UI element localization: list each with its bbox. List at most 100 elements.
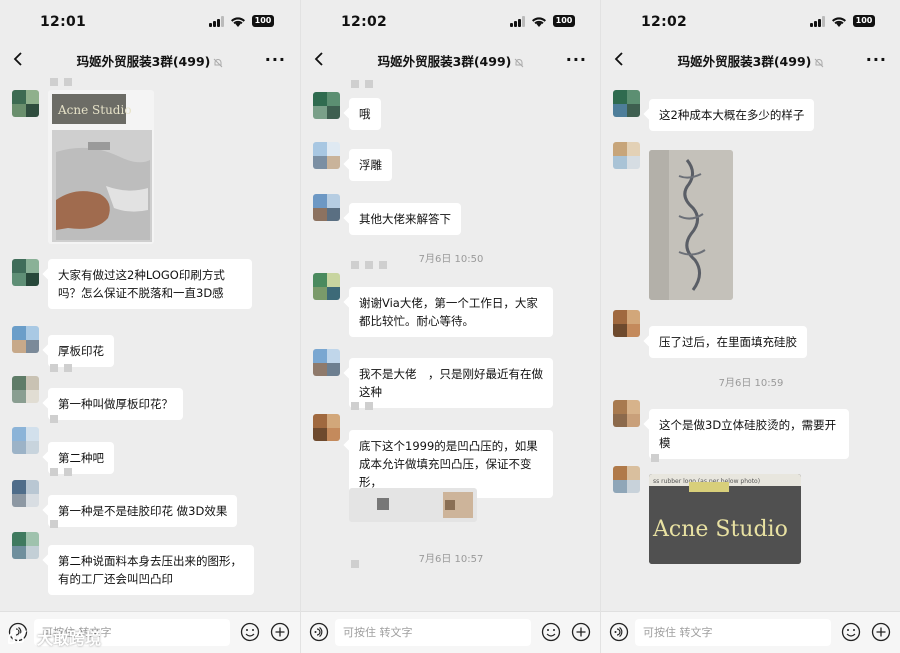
mute-bell-icon xyxy=(815,58,824,67)
avatar[interactable] xyxy=(613,466,640,493)
voice-input-icon[interactable] xyxy=(309,622,329,642)
sender-name-blurred xyxy=(651,454,659,462)
message-image[interactable]: ss rubber logo (as per below photo) Acne… xyxy=(649,474,801,564)
message-list[interactable]: 这2种成本大概在多少的样子 压了过后，在里面填充硅胶 7月6日 10:59 这个… xyxy=(601,76,900,586)
signal-icon xyxy=(209,15,224,27)
timestamp: 7月6日 10:59 xyxy=(718,378,784,389)
emoji-icon[interactable] xyxy=(240,622,260,642)
watermark-logo-icon xyxy=(7,629,28,645)
sender-name-blurred xyxy=(50,520,58,528)
message-bubble[interactable]: 这2种成本大概在多少的样子 xyxy=(649,99,815,131)
status-icons: 100 xyxy=(810,15,875,27)
message-bubble[interactable]: 第一种叫做厚板印花？ xyxy=(48,388,183,420)
avatar[interactable] xyxy=(613,310,640,337)
more-options-icon[interactable]: ··· xyxy=(566,50,587,69)
message-image[interactable]: Acne Studio xyxy=(48,90,154,244)
avatar[interactable] xyxy=(613,142,640,169)
chat-header: 玛姬外贸服装3群(499) ··· xyxy=(0,42,300,76)
avatar[interactable] xyxy=(12,326,39,353)
timestamp: 7月6日 10:50 xyxy=(418,254,484,265)
message-bubble[interactable]: 这个是做3D立体硅胶烫的，需要开模 xyxy=(649,409,849,459)
svg-text:Acne Studio: Acne Studio xyxy=(652,517,788,542)
status-time: 12:01 xyxy=(40,14,87,30)
avatar[interactable] xyxy=(313,142,340,169)
signal-icon xyxy=(810,15,825,27)
avatar[interactable] xyxy=(313,349,340,376)
message-bubble[interactable]: 谢谢Via大佬，第一个工作日，大家都比较忙。耐心等待。 xyxy=(349,287,553,337)
sender-name-blurred xyxy=(351,402,373,410)
avatar[interactable] xyxy=(313,92,340,119)
message-list[interactable]: Acne Studio 大家有做过这2种LOGO印刷方式吗？怎么保证不脱落和一直… xyxy=(0,76,300,595)
wifi-icon xyxy=(532,16,546,27)
status-bar: 12:01 100 xyxy=(0,0,300,40)
message-input[interactable]: 可按住 转文字 xyxy=(335,619,531,646)
battery-indicator: 100 xyxy=(252,15,274,27)
message-image-attachment[interactable] xyxy=(349,488,477,522)
chat-title: 玛姬外贸服装3群(499) xyxy=(0,51,300,70)
voice-input-icon[interactable] xyxy=(609,622,629,642)
message-bubble[interactable]: 我不是大佬 ，只是刚好最近有在做这种 xyxy=(349,358,553,408)
status-time: 12:02 xyxy=(641,14,688,30)
avatar[interactable] xyxy=(313,414,340,441)
more-options-icon[interactable]: ··· xyxy=(866,50,887,69)
message-bubble[interactable]: 第二种说面料本身去压出来的图形，有的工厂还会叫凹凸印 xyxy=(48,545,254,595)
timestamp: 7月6日 10:57 xyxy=(418,554,484,565)
avatar[interactable] xyxy=(12,259,39,286)
message-bubble[interactable]: 压了过后，在里面填充硅胶 xyxy=(649,326,807,358)
message-bubble[interactable]: 浮雕 xyxy=(349,149,392,181)
mute-bell-icon xyxy=(214,58,223,67)
emoji-icon[interactable] xyxy=(541,622,561,642)
status-time: 12:02 xyxy=(341,14,388,30)
avatar[interactable] xyxy=(12,427,39,454)
wifi-icon xyxy=(231,16,245,27)
watermark: 大敢跨境 xyxy=(6,625,101,649)
plus-icon[interactable] xyxy=(571,622,591,642)
status-icons: 100 xyxy=(209,15,274,27)
chat-input-bar: 可按住 转文字 xyxy=(601,611,900,653)
battery-indicator: 100 xyxy=(553,15,575,27)
svg-text:Acne Studio: Acne Studio xyxy=(57,103,132,117)
plus-icon[interactable] xyxy=(871,622,891,642)
emoji-icon[interactable] xyxy=(841,622,861,642)
avatar[interactable] xyxy=(613,400,640,427)
signal-icon xyxy=(510,15,525,27)
avatar[interactable] xyxy=(12,376,39,403)
message-bubble[interactable]: 哦 xyxy=(349,98,381,130)
message-list[interactable]: 哦 浮雕 其他大佬来解答下 7月6日 10:50 谢谢Via大佬，第一个工作日，… xyxy=(301,76,600,586)
message-bubble[interactable]: 第一种是不是硅胶印花 做3D效果 xyxy=(48,495,238,527)
screenshot-collage: 12:01 100 玛姬外贸服装3群(499) ··· Acne Studio xyxy=(0,0,900,653)
message-bubble[interactable]: 其他大佬来解答下 xyxy=(349,203,461,235)
message-input[interactable]: 可按住 转文字 xyxy=(635,619,831,646)
chat-title: 玛姬外贸服装3群(499) xyxy=(301,51,600,70)
logo-sample-photo: Acne Studio xyxy=(52,94,152,242)
chat-header: 玛姬外贸服装3群(499) ··· xyxy=(301,42,600,76)
chat-input-bar: 可按住 转文字 xyxy=(301,611,600,653)
mute-bell-icon xyxy=(515,58,524,67)
plus-icon[interactable] xyxy=(270,622,290,642)
avatar[interactable] xyxy=(12,90,39,117)
battery-indicator: 100 xyxy=(853,15,875,27)
sender-name-blurred xyxy=(50,364,72,372)
message-bubble[interactable]: 厚板印花 xyxy=(48,335,114,367)
more-options-icon[interactable]: ··· xyxy=(265,50,286,69)
avatar[interactable] xyxy=(313,273,340,300)
watermark-text: 大敢跨境 xyxy=(37,629,102,648)
sender-name-blurred xyxy=(50,415,58,423)
chat-title: 玛姬外贸服装3群(499) xyxy=(601,51,900,70)
wifi-icon xyxy=(832,16,846,27)
avatar[interactable] xyxy=(613,90,640,117)
message-image[interactable] xyxy=(649,150,733,300)
rubber-logo-photo: ss rubber logo (as per below photo) Acne… xyxy=(649,474,801,564)
sender-name-blurred xyxy=(50,78,72,86)
avatar[interactable] xyxy=(12,480,39,507)
status-bar: 12:02 100 xyxy=(301,0,600,40)
sender-name-blurred xyxy=(351,560,359,568)
sender-name-blurred xyxy=(50,468,72,476)
avatar[interactable] xyxy=(313,194,340,221)
message-bubble[interactable]: 大家有做过这2种LOGO印刷方式吗？怎么保证不脱落和一直3D感 xyxy=(48,259,252,309)
avatar[interactable] xyxy=(12,532,39,559)
sender-name-blurred xyxy=(351,261,387,269)
chat-header: 玛姬外贸服装3群(499) ··· xyxy=(601,42,900,76)
phone-screen-1: 12:01 100 玛姬外贸服装3群(499) ··· Acne Studio xyxy=(0,0,300,653)
embossed-fabric-photo xyxy=(649,150,733,300)
